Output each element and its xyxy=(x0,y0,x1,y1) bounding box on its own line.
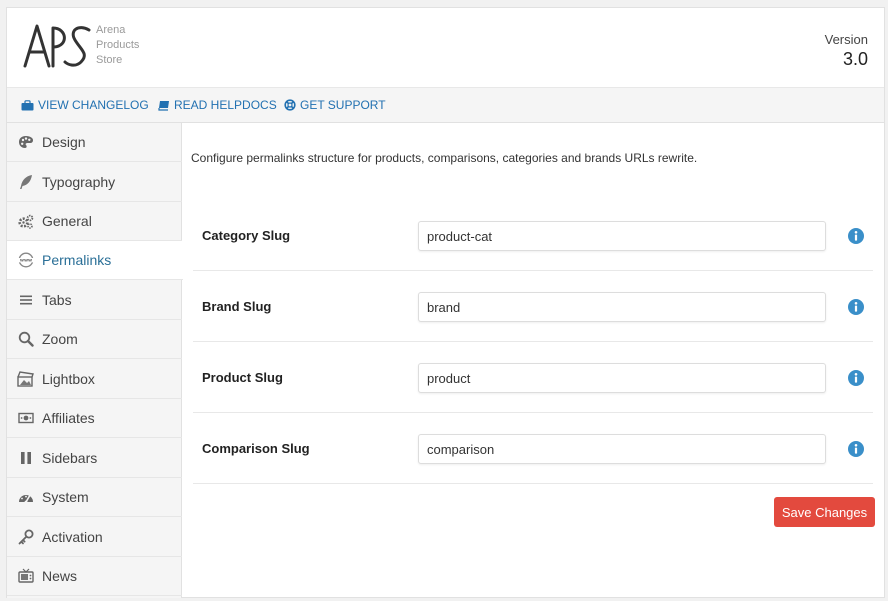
version-label: Version xyxy=(824,32,868,47)
svg-text:www: www xyxy=(19,259,31,264)
sidebar-item-design[interactable]: Design xyxy=(7,123,182,162)
save-changes-button[interactable]: Save Changes xyxy=(774,497,875,527)
sidebar-item-label: Tabs xyxy=(42,292,72,308)
info-icon[interactable] xyxy=(848,441,864,457)
sidebar-item-label: Zoom xyxy=(42,331,78,347)
briefcase-icon xyxy=(21,99,34,110)
sidebar-item-general[interactable]: General xyxy=(7,202,182,241)
field-label: Comparison Slug xyxy=(202,441,310,456)
view-changelog-link[interactable]: VIEW CHANGELOG xyxy=(21,98,149,112)
sidebar-item-system[interactable]: System xyxy=(7,478,182,517)
sidebar-item-tabs[interactable]: Tabs xyxy=(7,281,182,320)
sidebar-item-typography[interactable]: Typography xyxy=(7,163,182,202)
sidebar-item-permalinks[interactable]: www Permalinks xyxy=(7,241,183,280)
sidebar-item-label: Affiliates xyxy=(42,410,95,426)
field-row-product-slug: Product Slug xyxy=(193,342,873,413)
field-label: Product Slug xyxy=(202,370,283,385)
field-label: Category Slug xyxy=(202,228,291,243)
brand-slug-input[interactable] xyxy=(418,292,826,322)
sidebar-item-label: Typography xyxy=(42,174,116,190)
sidebar-item-sidebars[interactable]: Sidebars xyxy=(7,439,182,478)
info-icon[interactable] xyxy=(848,370,864,386)
sidebar: Design Typography General www Permalinks… xyxy=(7,123,183,598)
sidebar-item-affiliates[interactable]: Affiliates xyxy=(7,399,182,438)
dashboard-icon xyxy=(17,489,34,506)
intro-text: Configure permalinks structure for produ… xyxy=(191,151,698,165)
lifebuoy-icon xyxy=(284,99,296,111)
feather-icon xyxy=(17,174,34,191)
settings-panel: Arena Products Store Version 3.0 VIEW CH… xyxy=(6,7,885,598)
category-slug-input[interactable] xyxy=(418,221,826,251)
get-support-link[interactable]: GET SUPPORT xyxy=(284,98,386,112)
view-changelog-label: VIEW CHANGELOG xyxy=(38,98,149,112)
key-icon xyxy=(17,529,34,546)
sidebar-item-label: News xyxy=(42,568,78,584)
sidebar-item-news[interactable]: News xyxy=(7,557,182,596)
logo-text-line: Store xyxy=(96,54,123,66)
header: Arena Products Store Version 3.0 xyxy=(7,8,884,88)
logo-text: Arena Products Store xyxy=(96,23,139,68)
sidebar-item-label: Activation xyxy=(42,529,103,545)
sidebar-item-label: Design xyxy=(42,134,86,150)
magnifier-icon xyxy=(17,331,34,348)
field-label: Brand Slug xyxy=(202,299,272,314)
field-row-category-slug: Category Slug xyxy=(193,200,873,271)
sidebar-item-activation[interactable]: Activation xyxy=(7,518,182,557)
palette-icon xyxy=(17,134,34,151)
sidebar-item-lightbox[interactable]: Lightbox xyxy=(7,360,182,399)
field-row-comparison-slug: Comparison Slug xyxy=(193,413,873,484)
info-icon[interactable] xyxy=(848,299,864,315)
read-helpdocs-link[interactable]: READ HELPDOCS xyxy=(158,98,277,112)
version-info: Version 3.0 xyxy=(825,32,868,70)
logo-text-line: Arena xyxy=(96,24,126,36)
toolbar: VIEW CHANGELOG READ HELPDOCS GET SUPPORT xyxy=(7,88,884,123)
main-content: Configure permalinks structure for produ… xyxy=(183,123,885,598)
gears-icon xyxy=(17,213,34,230)
money-icon xyxy=(17,410,34,427)
get-support-label: GET SUPPORT xyxy=(300,98,386,112)
tv-icon xyxy=(17,568,34,585)
comparison-slug-input[interactable] xyxy=(418,434,826,464)
aps-logo-icon xyxy=(23,24,91,68)
info-icon[interactable] xyxy=(848,228,864,244)
book-icon xyxy=(158,100,169,111)
columns-icon xyxy=(17,450,34,467)
read-helpdocs-label: READ HELPDOCS xyxy=(174,98,277,112)
version-number: 3.0 xyxy=(842,49,868,69)
sidebar-item-label: System xyxy=(42,489,89,505)
product-slug-input[interactable] xyxy=(418,363,826,393)
sidebar-item-label: General xyxy=(42,213,92,229)
lightbox-icon xyxy=(17,371,34,388)
sidebar-item-zoom[interactable]: Zoom xyxy=(7,320,182,359)
www-icon: www xyxy=(17,252,34,269)
sidebar-item-label: Permalinks xyxy=(42,252,112,268)
field-row-brand-slug: Brand Slug xyxy=(193,271,873,342)
sidebar-item-label: Sidebars xyxy=(42,450,98,466)
logo-text-line: Products xyxy=(96,39,140,51)
list-icon xyxy=(17,292,34,309)
sidebar-item-label: Lightbox xyxy=(42,371,95,387)
